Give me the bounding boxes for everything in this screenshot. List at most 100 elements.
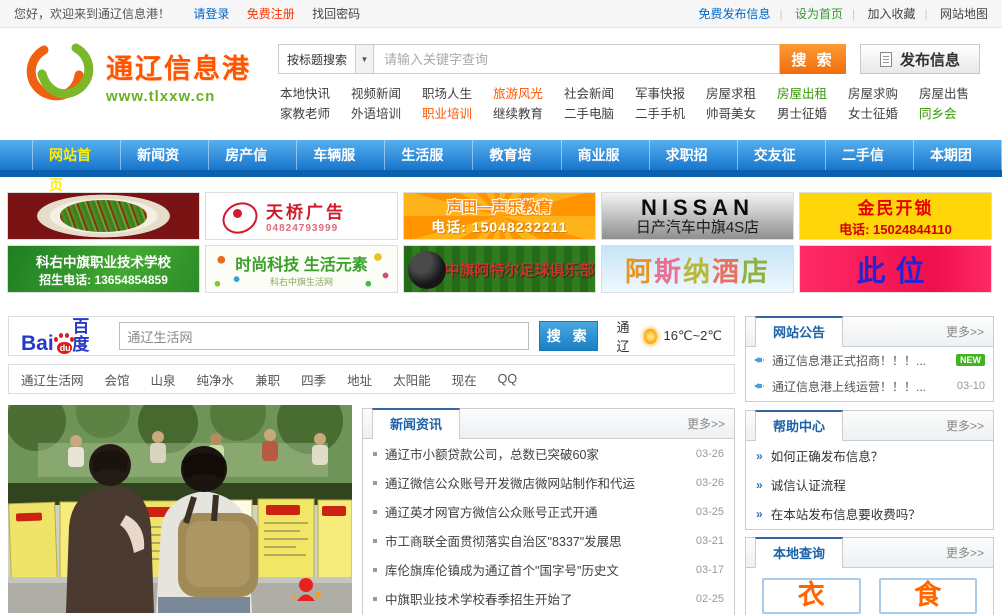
baidu-search-button[interactable]: 搜 索 xyxy=(539,321,599,351)
hot-keywords-bar: 通辽生活网 会馆 山泉 纯净水 兼职 四季 地址 太阳能 现在 QQ xyxy=(8,364,735,394)
quick-link[interactable]: 二手手机 xyxy=(635,104,706,124)
notice-more-link[interactable]: 更多>> xyxy=(946,317,984,347)
news-item[interactable]: 库伦旗库伦镇成为通辽首个"国字号"历史文03-17 xyxy=(363,555,734,584)
quick-link[interactable]: 房屋求租 xyxy=(706,84,777,104)
news-item-title: 库伦旗库伦镇成为通辽首个"国字号"历史文 xyxy=(385,560,688,579)
nav-item[interactable]: 商业服务 xyxy=(562,140,650,170)
speaker-icon xyxy=(754,354,766,366)
help-header: 帮助中心 更多>> xyxy=(746,411,993,441)
community-photo-banner[interactable] xyxy=(8,405,352,613)
help-more-link[interactable]: 更多>> xyxy=(946,411,984,441)
quick-link[interactable]: 继续教育 xyxy=(493,104,564,124)
notice-tab[interactable]: 网站公告 xyxy=(755,316,843,347)
quick-link[interactable]: 军事快报 xyxy=(635,84,706,104)
publish-info-button[interactable]: 发布信息 xyxy=(860,44,980,74)
search-scope-select[interactable]: 按标题搜索 ▼ xyxy=(278,44,374,74)
quick-link[interactable]: 职场人生 xyxy=(422,84,493,104)
ad-banner-ciwei[interactable]: 此位 xyxy=(799,245,992,293)
search-button[interactable]: 搜 索 xyxy=(780,44,846,74)
help-item[interactable]: »如何正确发布信息？ xyxy=(746,441,993,470)
quick-link[interactable]: 旅游风光 xyxy=(493,84,564,104)
find-password-link[interactable]: 找回密码 xyxy=(312,7,360,21)
help-item[interactable]: »诚信认证流程 xyxy=(746,470,993,499)
keyword-link[interactable]: 通辽生活网 xyxy=(21,370,84,389)
nav-item[interactable]: 求职招聘 xyxy=(650,140,738,170)
ad-banner-tianqiao[interactable]: 天桥广告04824793999 xyxy=(205,192,398,240)
divider: | xyxy=(852,7,855,21)
nav-item[interactable]: 网站首页 xyxy=(32,140,121,170)
baidu-search-input[interactable] xyxy=(119,322,529,350)
quick-link[interactable]: 本地快讯 xyxy=(280,84,351,104)
login-link[interactable]: 请登录 xyxy=(193,7,229,21)
nav-item[interactable]: 交友征婚 xyxy=(738,140,826,170)
local-query-tab[interactable]: 本地查询 xyxy=(755,537,843,568)
news-tab[interactable]: 新闻资讯 xyxy=(372,408,460,439)
add-favorite-link[interactable]: 加入收藏 xyxy=(868,7,916,21)
news-more-link[interactable]: 更多>> xyxy=(687,409,725,439)
keyword-link[interactable]: 太阳能 xyxy=(393,370,431,389)
nav-item[interactable]: 房产信息 xyxy=(209,140,297,170)
help-tab[interactable]: 帮助中心 xyxy=(755,410,843,441)
publish-info-link[interactable]: 免费发布信息 xyxy=(699,7,771,21)
news-item[interactable]: 通辽市小额贷款公司，总数已突破60家 03-26 xyxy=(363,439,734,468)
help-item[interactable]: »在本站发布信息要收费吗？ xyxy=(746,499,993,528)
quick-link[interactable]: 女士征婚 xyxy=(848,104,919,124)
quick-link[interactable]: 帅哥美女 xyxy=(706,104,777,124)
quick-link[interactable]: 职业培训 xyxy=(422,104,493,124)
keyword-link[interactable]: 四季 xyxy=(301,370,326,389)
local-query-item[interactable]: 食 xyxy=(879,578,978,614)
quick-link[interactable]: 二手电脑 xyxy=(564,104,635,124)
keyword-link[interactable]: 纯净水 xyxy=(197,370,235,389)
local-query-more-link[interactable]: 更多>> xyxy=(946,538,984,568)
news-item[interactable]: 通辽微信公众账号开发微店微网站制作和代运03-26 xyxy=(363,468,734,497)
quick-link[interactable]: 视频新闻 xyxy=(351,84,422,104)
notice-item[interactable]: 通辽信息港上线运营！！！...03-10 xyxy=(746,373,993,399)
set-homepage-link[interactable]: 设为首页 xyxy=(795,7,843,21)
keyword-link[interactable]: 会馆 xyxy=(105,370,130,389)
ad-banner-shishang[interactable]: 时尚科技 生活元素科右中旗生活网 xyxy=(205,245,398,293)
quick-link[interactable]: 房屋求购 xyxy=(848,84,919,104)
ad-banner-jinmin[interactable]: 金民开锁电话: 15024844110 xyxy=(799,192,992,240)
news-item-title: 通辽市小额贷款公司，总数已突破60家 xyxy=(385,444,688,463)
ad-banner-shengtian[interactable]: 声田—声乐教育电话: 15048232211 xyxy=(403,192,596,240)
sitemap-link[interactable]: 网站地图 xyxy=(940,7,988,21)
ad-banner-school[interactable]: 科右中旗职业技术学校招生电话: 13654854859 xyxy=(7,245,200,293)
ad-banner-food[interactable] xyxy=(7,192,200,240)
news-item[interactable]: 通辽英才网官方微信公众账号正式开通03-25 xyxy=(363,497,734,526)
ad-banner-hotel[interactable]: 阿斯纳酒店 xyxy=(601,245,794,293)
nav-item[interactable]: 车辆服务 xyxy=(297,140,385,170)
notice-item[interactable]: 通辽信息港正式招商！！！...NEW xyxy=(746,347,993,373)
ad-banner-football[interactable]: 中旗阿特尔足球俱乐部 xyxy=(403,245,596,293)
keyword-link[interactable]: 现在 xyxy=(452,370,477,389)
news-item-date: 03-26 xyxy=(696,477,724,489)
keyword-link[interactable]: QQ xyxy=(498,372,517,386)
quick-link[interactable]: 外语培训 xyxy=(351,104,422,124)
nav-item[interactable]: 新闻资讯 xyxy=(121,140,209,170)
keyword-link[interactable]: 兼职 xyxy=(255,370,280,389)
ad-banner-nissan[interactable]: NISSAN日产汽车中旗4S店 xyxy=(601,192,794,240)
sun-icon xyxy=(644,329,656,344)
quick-link[interactable]: 同乡会 xyxy=(919,104,990,124)
news-item[interactable]: 市工商联全面贯彻落实自治区"8337"发展思03-21 xyxy=(363,526,734,555)
keyword-link[interactable]: 地址 xyxy=(347,370,372,389)
nav-item[interactable]: 教育培训 xyxy=(473,140,561,170)
quick-link[interactable]: 家教老师 xyxy=(280,104,351,124)
bullet-icon xyxy=(373,597,377,601)
news-item[interactable]: 中旗职业技术学校春季招生开始了02-25 xyxy=(363,584,734,613)
nav-item[interactable]: 本期团购 xyxy=(914,140,1002,170)
register-link[interactable]: 免费注册 xyxy=(247,7,295,21)
news-item-date: 03-26 xyxy=(696,448,724,460)
nav-item[interactable]: 二手信息 xyxy=(826,140,914,170)
quick-links-row: 家教老师外语培训职业培训继续教育二手电脑二手手机帅哥美女男士征婚女士征婚同乡会 xyxy=(280,104,990,124)
nav-item[interactable]: 生活服务 xyxy=(385,140,473,170)
quick-link[interactable]: 男士征婚 xyxy=(777,104,848,124)
keyword-link[interactable]: 山泉 xyxy=(151,370,176,389)
local-query-item[interactable]: 衣 xyxy=(762,578,861,614)
main-nav: 网站首页新闻资讯房产信息车辆服务生活服务教育培训商业服务求职招聘交友征婚二手信息… xyxy=(0,140,1002,170)
site-header: 通辽信息港 www.tlxxw.cn 按标题搜索 ▼ 搜 索 发布信息 本地快讯… xyxy=(0,28,1002,140)
site-logo[interactable]: 通辽信息港 www.tlxxw.cn xyxy=(24,42,251,109)
quick-link[interactable]: 房屋出售 xyxy=(919,84,990,104)
quick-link[interactable]: 社会新闻 xyxy=(564,84,635,104)
quick-link[interactable]: 房屋出租 xyxy=(777,84,848,104)
search-input[interactable] xyxy=(374,44,780,74)
